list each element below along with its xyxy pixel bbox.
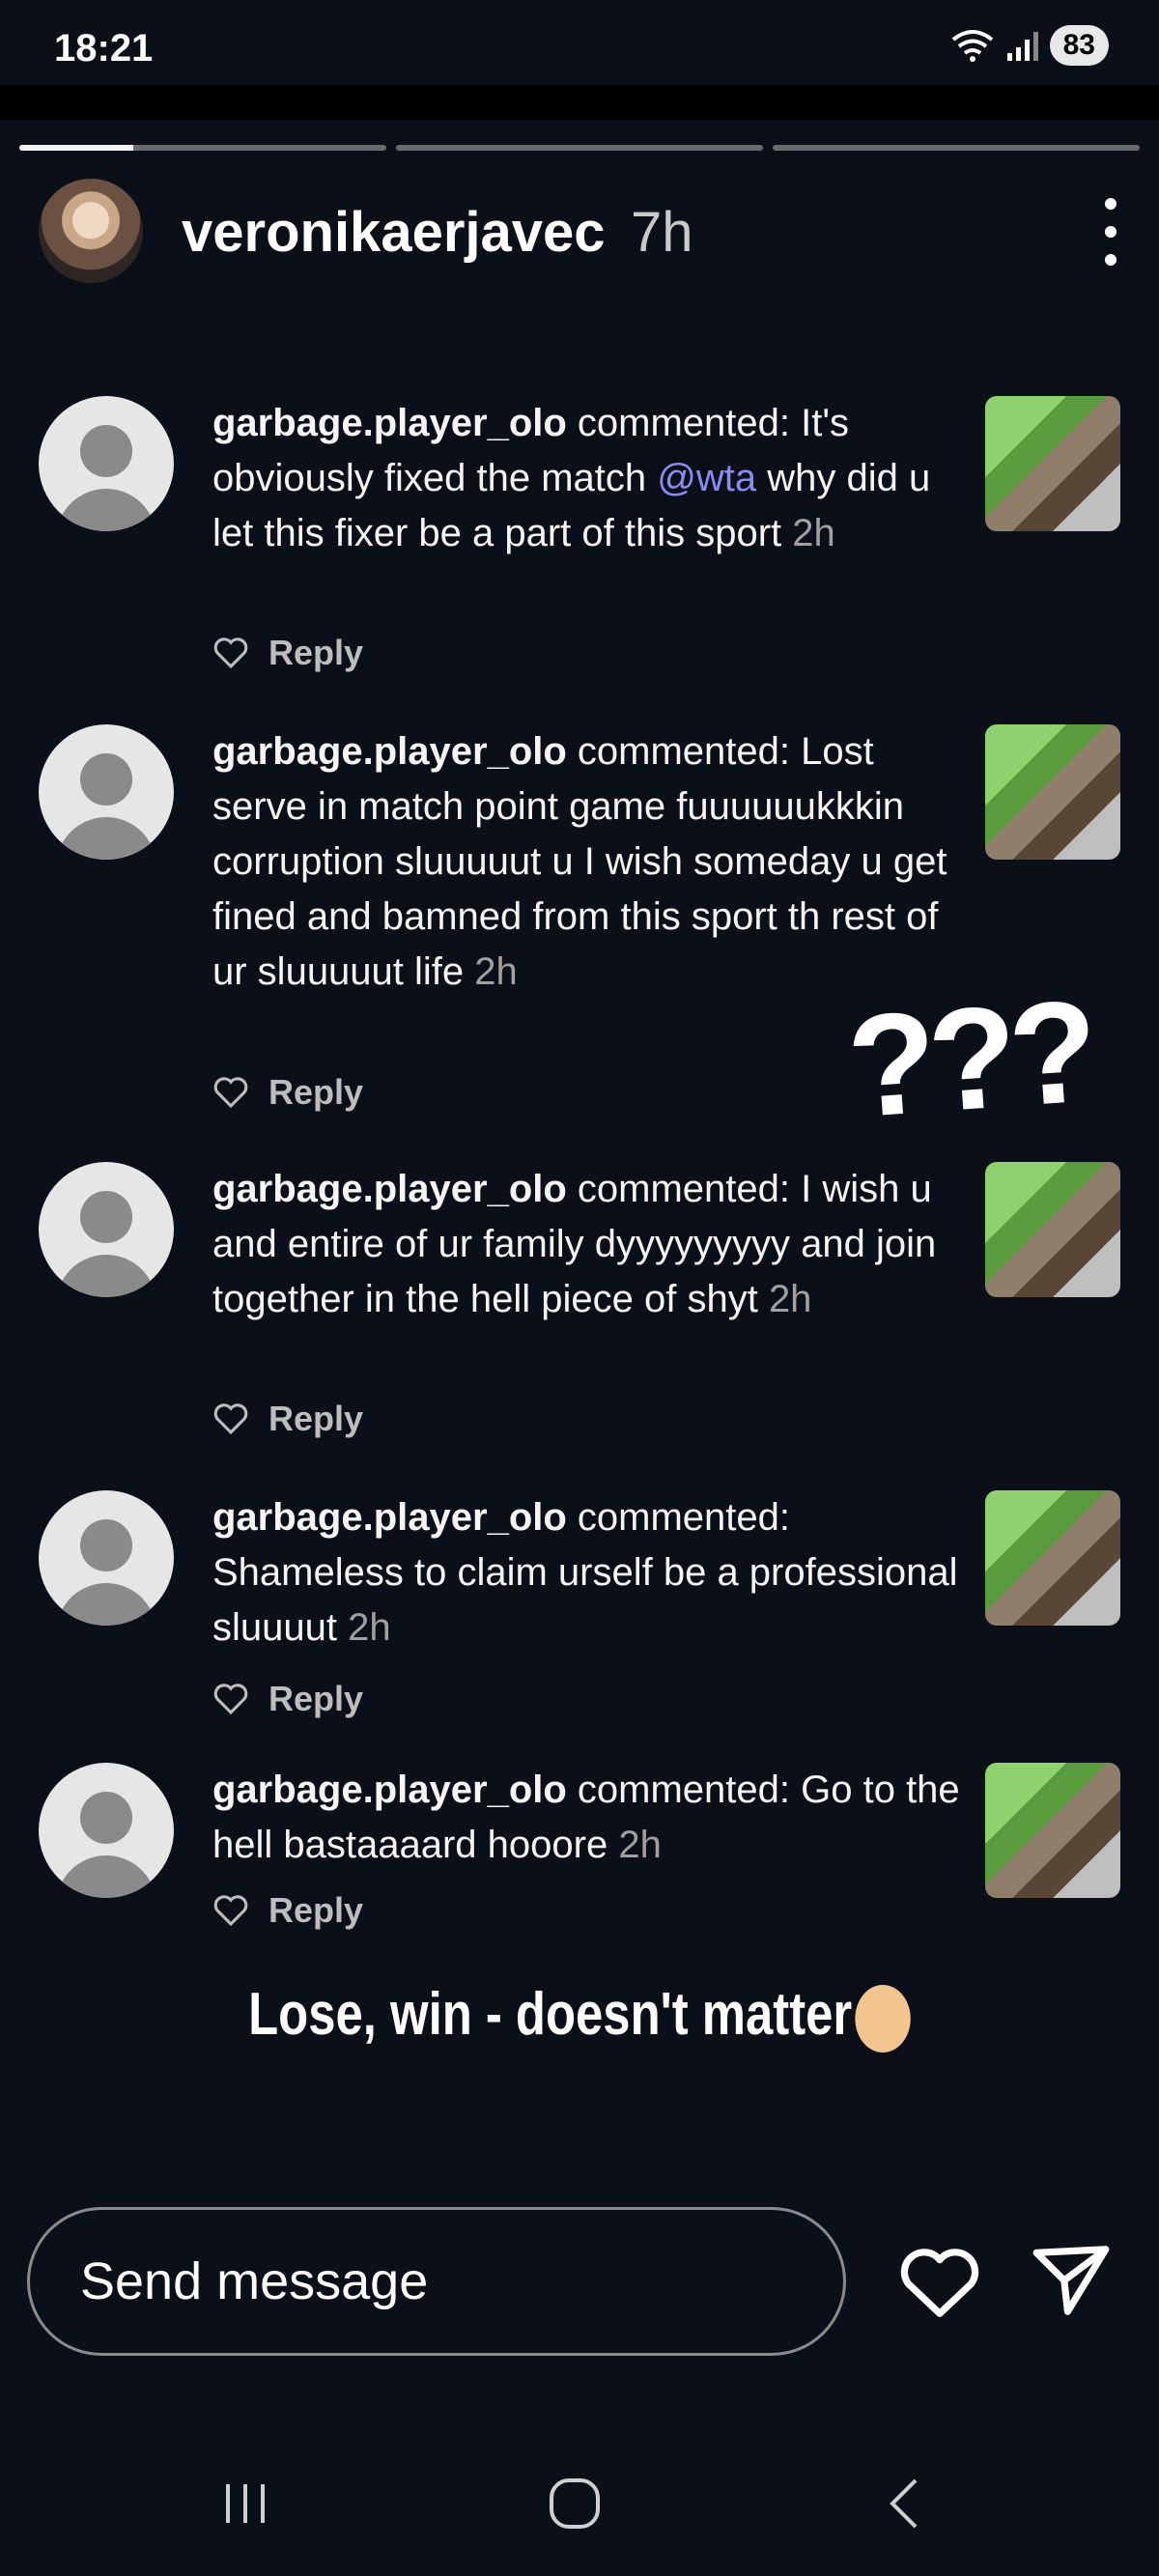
comment-time: 2h bbox=[348, 1606, 391, 1649]
commenter-avatar[interactable] bbox=[39, 396, 174, 531]
comment-text: garbage.player_olo commented: Go to the … bbox=[212, 1763, 966, 1873]
heart-icon[interactable] bbox=[212, 1683, 249, 1715]
status-bar: 18:21 83 bbox=[0, 0, 1159, 85]
commenter-avatar[interactable] bbox=[39, 1162, 174, 1297]
comment-actions: Reply bbox=[212, 1072, 363, 1113]
comment-username[interactable]: garbage.player_olo bbox=[212, 402, 567, 444]
system-nav-bar bbox=[0, 2434, 1159, 2576]
comment-text: garbage.player_olo commented: I wish u a… bbox=[212, 1162, 966, 1327]
comment-verb: commented: bbox=[566, 1496, 791, 1539]
heart-icon[interactable] bbox=[898, 2241, 981, 2324]
story-progress-segment bbox=[396, 145, 763, 151]
post-thumbnail[interactable] bbox=[985, 396, 1120, 531]
comment-actions: Reply bbox=[212, 633, 363, 673]
post-thumbnail[interactable] bbox=[985, 1763, 1120, 1898]
comment-time: 2h bbox=[474, 950, 518, 993]
question-marks-sticker: ??? bbox=[842, 969, 1096, 1148]
status-icons: 83 bbox=[949, 25, 1109, 66]
post-thumbnail[interactable] bbox=[985, 724, 1120, 860]
comment-username[interactable]: garbage.player_olo bbox=[212, 730, 567, 773]
comment-time: 2h bbox=[618, 1824, 662, 1866]
author-avatar[interactable] bbox=[39, 179, 143, 283]
back-icon[interactable] bbox=[877, 2475, 935, 2533]
signal-icon bbox=[1006, 32, 1038, 61]
top-band bbox=[0, 85, 1159, 120]
reply-button[interactable]: Reply bbox=[269, 633, 363, 673]
send-message-field[interactable] bbox=[27, 2207, 846, 2356]
story-progress bbox=[19, 145, 1140, 151]
comment-actions: Reply bbox=[212, 1890, 363, 1931]
comment-username[interactable]: garbage.player_olo bbox=[212, 1496, 567, 1539]
story-caption: Lose, win - doesn't matter bbox=[104, 1980, 1055, 2052]
comment-username[interactable]: garbage.player_olo bbox=[212, 1769, 567, 1811]
story-time: 7h bbox=[631, 201, 693, 264]
post-thumbnail[interactable] bbox=[985, 1162, 1120, 1297]
comment-time: 2h bbox=[768, 1278, 812, 1320]
wifi-icon bbox=[951, 30, 993, 62]
story-caption-text: Lose, win - doesn't matter bbox=[248, 1981, 853, 2048]
heart-icon[interactable] bbox=[212, 1894, 249, 1927]
status-time: 18:21 bbox=[54, 27, 154, 70]
story-header: veronikaerjavec 7h bbox=[39, 179, 1130, 285]
comment-time: 2h bbox=[792, 512, 835, 554]
heart-icon[interactable] bbox=[212, 1076, 249, 1109]
comment-actions: Reply bbox=[212, 1679, 363, 1719]
reply-button[interactable]: Reply bbox=[269, 1399, 363, 1439]
person-shrugging-emoji-icon bbox=[855, 1984, 911, 2052]
send-message-input[interactable] bbox=[78, 2247, 797, 2316]
comment-mention[interactable]: @wta bbox=[657, 457, 756, 499]
post-thumbnail[interactable] bbox=[985, 1490, 1120, 1626]
more-vertical-icon[interactable] bbox=[1091, 198, 1130, 266]
reply-button[interactable]: Reply bbox=[269, 1072, 363, 1113]
recents-icon[interactable] bbox=[218, 2475, 276, 2533]
reply-button[interactable]: Reply bbox=[269, 1679, 363, 1719]
heart-icon[interactable] bbox=[212, 637, 249, 669]
author-username[interactable]: veronikaerjavec bbox=[182, 200, 606, 265]
heart-icon[interactable] bbox=[212, 1402, 249, 1435]
comment-verb: commented: bbox=[566, 402, 802, 444]
home-icon[interactable] bbox=[546, 2475, 604, 2533]
reply-button[interactable]: Reply bbox=[269, 1890, 363, 1931]
story-progress-segment bbox=[19, 145, 386, 151]
commenter-avatar[interactable] bbox=[39, 1763, 174, 1898]
commenter-avatar[interactable] bbox=[39, 724, 174, 860]
comment-text: garbage.player_olo commented: It's obvio… bbox=[212, 396, 966, 561]
comment-verb: commented: bbox=[566, 1769, 802, 1811]
send-icon[interactable] bbox=[1030, 2239, 1113, 2322]
comment-text: garbage.player_olo commented: Lost serve… bbox=[212, 724, 966, 1000]
commenter-avatar[interactable] bbox=[39, 1490, 174, 1626]
battery-indicator: 83 bbox=[1049, 25, 1109, 66]
comment-verb: commented: bbox=[566, 730, 802, 773]
comment-verb: commented: bbox=[566, 1168, 802, 1210]
comment-username[interactable]: garbage.player_olo bbox=[212, 1168, 567, 1210]
comment-actions: Reply bbox=[212, 1399, 363, 1439]
comment-body: Shameless to claim urself be a professio… bbox=[212, 1551, 958, 1649]
comment-text: garbage.player_olo commented: Shameless … bbox=[212, 1490, 966, 1656]
story-progress-segment bbox=[773, 145, 1140, 151]
